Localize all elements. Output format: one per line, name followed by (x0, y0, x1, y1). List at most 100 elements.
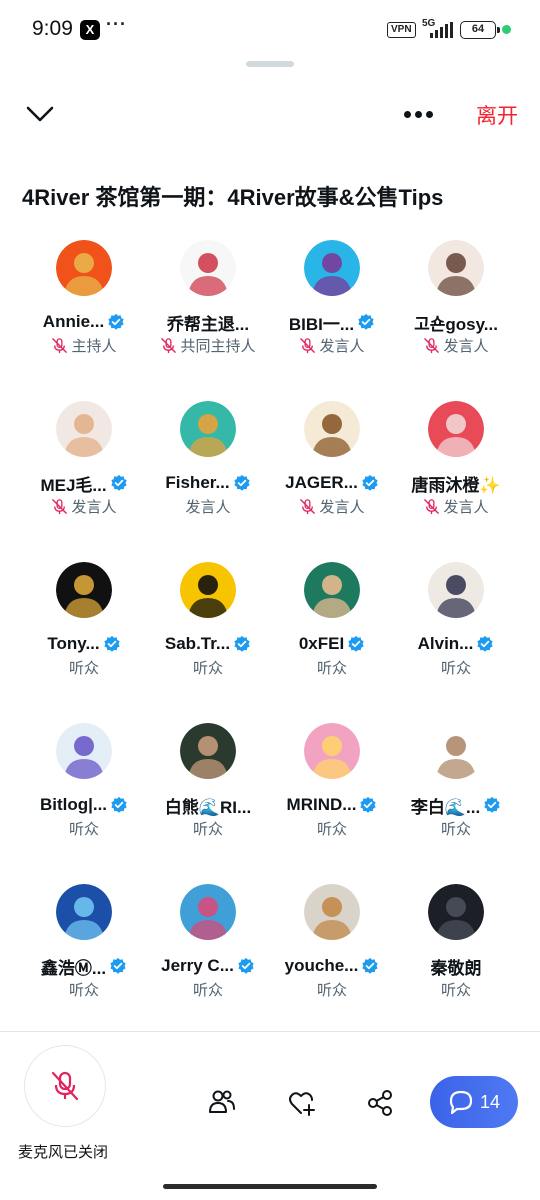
participant-avatar[interactable] (428, 723, 484, 779)
participant-name-row: 李白🌊... (393, 793, 519, 817)
participant-role-row: 主持人 (21, 334, 147, 356)
participant-tile[interactable]: Jerry C... 听众 (145, 874, 271, 1004)
participant-role-row: 听众 (145, 978, 271, 1000)
people-icon[interactable] (207, 1087, 237, 1117)
participant-avatar[interactable] (428, 401, 484, 457)
participant-tile[interactable]: 鑫浩Ⓜ... 听众 (21, 874, 147, 1004)
participant-tile[interactable]: Alvin... 听众 (393, 552, 519, 682)
participant-role: 听众 (316, 659, 347, 677)
participant-tile[interactable]: 고숀gosy... 发言人 (393, 230, 519, 360)
participant-avatar[interactable] (180, 401, 236, 457)
signal-icon (430, 22, 453, 38)
participant-role-row: 发言人 (393, 334, 519, 356)
participant-avatar[interactable] (304, 884, 360, 940)
participant-avatar[interactable] (56, 240, 112, 296)
participant-role: 发言人 (319, 337, 365, 355)
chevron-down-icon (26, 106, 54, 122)
participant-avatar[interactable] (428, 884, 484, 940)
participant-name: Jerry C... (161, 956, 234, 975)
participant-role: 发言人 (71, 498, 117, 516)
leave-button[interactable]: 离开 (476, 100, 518, 130)
participant-name-row: Alvin... (393, 632, 519, 656)
participant-avatar[interactable] (180, 240, 236, 296)
participant-role: 听众 (68, 820, 99, 838)
participant-name: 乔帮主退... (166, 314, 250, 334)
participant-tile[interactable]: Sab.Tr... 听众 (145, 552, 271, 682)
home-indicator[interactable] (163, 1184, 377, 1189)
share-icon[interactable] (365, 1088, 395, 1118)
participant-name-row: MRIND... (269, 793, 395, 817)
participant-name: 白熊🌊RI... (164, 797, 252, 817)
participant-tile[interactable]: MEJ毛... 发言人 (21, 391, 147, 521)
participant-avatar[interactable] (304, 723, 360, 779)
sheet-drag-handle[interactable] (246, 61, 294, 67)
participant-avatar[interactable] (56, 562, 112, 618)
participant-role: 发言人 (185, 498, 231, 516)
participant-role: 听众 (192, 820, 223, 838)
participant-tile[interactable]: Tony... 听众 (21, 552, 147, 682)
mic-muted-icon (52, 498, 68, 514)
participant-avatar[interactable] (304, 401, 360, 457)
participant-role-row: 发言人 (21, 495, 147, 517)
participant-role-row: 发言人 (269, 495, 395, 517)
participant-avatar[interactable] (56, 884, 112, 940)
participant-avatar[interactable] (180, 723, 236, 779)
verified-badge-icon (484, 796, 500, 813)
participant-tile[interactable]: MRIND... 听众 (269, 713, 395, 843)
participant-avatar[interactable] (180, 562, 236, 618)
participant-tile[interactable]: JAGER... 发言人 (269, 391, 395, 521)
participant-name: youche... (284, 956, 359, 975)
participant-name: Tony... (47, 634, 100, 653)
participant-role-row: 发言人 (145, 495, 271, 517)
participant-tile[interactable]: 0xFEI 听众 (269, 552, 395, 682)
participant-tile[interactable]: Annie... 主持人 (21, 230, 147, 360)
heart-plus-icon[interactable] (287, 1088, 317, 1118)
participant-name-row: 0xFEI (269, 632, 395, 656)
participant-role: 听众 (440, 659, 471, 677)
mic-muted-icon (161, 337, 177, 353)
participant-name: Annie... (42, 312, 105, 331)
participant-name: 고숀gosy... (414, 314, 498, 334)
mic-toggle-button[interactable] (24, 1045, 106, 1127)
participant-role: 发言人 (443, 337, 489, 355)
participant-avatar[interactable] (180, 884, 236, 940)
battery-level: 64 (471, 23, 485, 35)
participant-name: Alvin... (417, 634, 474, 653)
participant-tile[interactable]: 乔帮主退... 共同主持人 (145, 230, 271, 360)
participant-role: 听众 (68, 981, 99, 999)
participant-role: 听众 (440, 981, 471, 999)
more-horizontal-icon (403, 110, 411, 118)
participant-avatar[interactable] (56, 723, 112, 779)
participant-role: 听众 (192, 981, 223, 999)
verified-badge-icon (233, 474, 250, 491)
participant-name-row: Jerry C... (145, 954, 271, 978)
participant-tile[interactable]: 唐雨沐橙✨ 发言人 (393, 391, 519, 521)
participant-role: 听众 (316, 820, 347, 838)
participant-avatar[interactable] (428, 240, 484, 296)
verified-badge-icon (110, 957, 126, 974)
participant-tile[interactable]: 秦敬朗 听众 (393, 874, 519, 1004)
participant-tile[interactable]: Bitlog|... 听众 (21, 713, 147, 843)
mic-off-icon (51, 1071, 79, 1101)
collapse-button[interactable] (22, 98, 58, 130)
participant-role: 发言人 (319, 498, 365, 516)
participant-tile[interactable]: Fisher... 发言人 (145, 391, 271, 521)
chat-bubble-icon (449, 1090, 473, 1115)
participant-name-row: Annie... (21, 310, 147, 334)
participant-avatar[interactable] (428, 562, 484, 618)
participant-tile[interactable]: 李白🌊... 听众 (393, 713, 519, 843)
participant-avatar[interactable] (304, 562, 360, 618)
participant-avatar[interactable] (304, 240, 360, 296)
participant-tile[interactable]: 白熊🌊RI... 听众 (145, 713, 271, 843)
participant-name: 0xFEI (298, 634, 345, 653)
participant-tile[interactable]: youche... 听众 (269, 874, 395, 1004)
participant-role-row: 听众 (145, 817, 271, 839)
more-options-button[interactable] (398, 100, 438, 128)
participant-avatar[interactable] (56, 401, 112, 457)
participant-tile[interactable]: BIBI一... 发言人 (269, 230, 395, 360)
comments-button[interactable]: 14 (430, 1076, 518, 1128)
participant-name: 秦敬朗 (430, 958, 482, 978)
participant-name-row: MEJ毛... (21, 471, 147, 495)
bottom-divider (0, 1031, 540, 1032)
status-time: 9:09 (32, 17, 73, 40)
